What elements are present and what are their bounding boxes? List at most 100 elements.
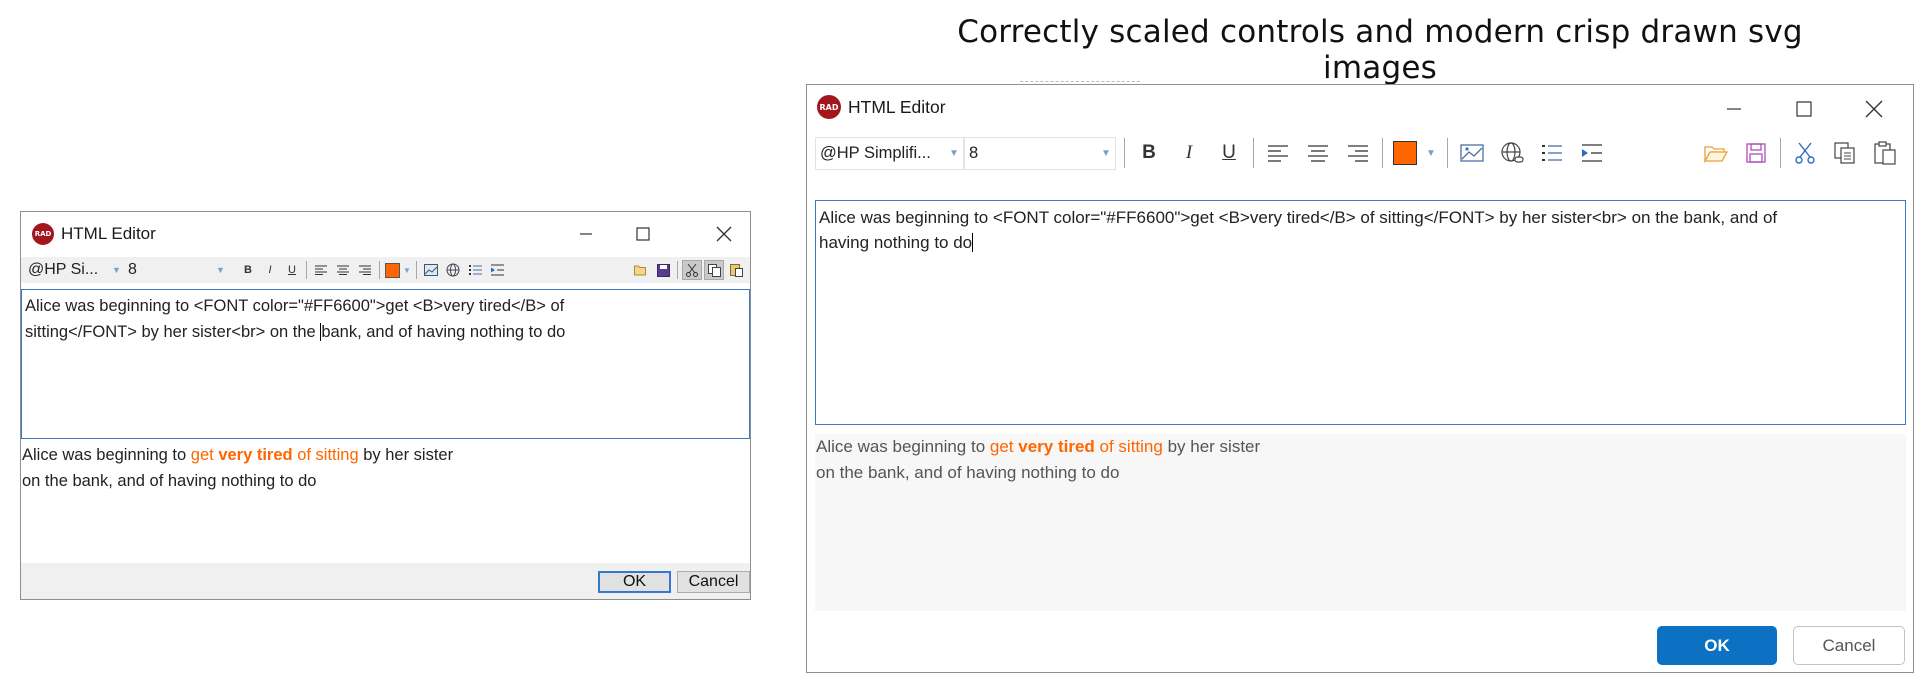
font-family-value: @HP Simplifi...	[820, 143, 931, 162]
chevron-down-icon: ▼	[403, 265, 411, 275]
html-source-editor[interactable]: Alice was beginning to <FONT color="#FF6…	[815, 200, 1906, 425]
open-button[interactable]	[631, 260, 651, 280]
ok-button[interactable]: OK	[1657, 626, 1777, 665]
align-center-button[interactable]	[333, 260, 353, 280]
minimize-button[interactable]	[576, 224, 596, 244]
align-right-button[interactable]	[1342, 137, 1374, 169]
toolbar-separator	[1447, 138, 1448, 168]
close-button[interactable]	[1862, 97, 1886, 121]
numbered-list-button[interactable]	[465, 260, 485, 280]
cut-icon	[1795, 142, 1815, 164]
close-button[interactable]	[714, 224, 734, 244]
align-right-icon	[1348, 145, 1368, 162]
editor-line: sitting</FONT> by her sister<br> on the …	[25, 319, 746, 345]
ok-button[interactable]: OK	[598, 571, 671, 593]
copy-button[interactable]	[1829, 137, 1861, 169]
align-center-button[interactable]	[1302, 137, 1334, 169]
toolbar-separator	[1382, 138, 1383, 168]
open-icon	[633, 265, 646, 276]
orange-text: get	[190, 446, 219, 464]
orange-text: of sitting	[1094, 437, 1163, 456]
insert-link-button[interactable]	[1496, 137, 1528, 169]
toolbar-separator	[416, 261, 417, 279]
maximize-icon	[1796, 101, 1812, 117]
numbered-list-icon	[1542, 145, 1562, 161]
save-button[interactable]	[1740, 137, 1772, 169]
align-right-button[interactable]	[355, 260, 375, 280]
title-bar[interactable]: RAD HTML Editor	[807, 85, 1913, 129]
cut-button[interactable]	[1789, 137, 1821, 169]
toolbar-separator	[677, 261, 678, 279]
numbered-list-button[interactable]	[1536, 137, 1568, 169]
bold-orange-text: very tired	[218, 446, 293, 464]
orange-text: get	[989, 437, 1019, 456]
chevron-down-icon: ▼	[949, 147, 959, 159]
paste-icon	[1874, 141, 1896, 165]
editor-line: having nothing to do	[819, 230, 1902, 255]
align-left-icon	[1268, 145, 1288, 162]
bold-button[interactable]: B	[1133, 137, 1165, 169]
align-left-button[interactable]	[1262, 137, 1294, 169]
bold-icon: B	[1142, 142, 1156, 163]
italic-button[interactable]: I	[1173, 137, 1205, 169]
font-color-dropdown[interactable]: ▼	[402, 260, 412, 280]
font-color-button[interactable]	[1391, 137, 1419, 169]
font-color-button[interactable]	[384, 260, 400, 280]
italic-button[interactable]: I	[260, 260, 280, 280]
paste-button[interactable]	[1869, 137, 1901, 169]
minimize-icon	[1727, 108, 1741, 110]
insert-image-button[interactable]	[1456, 137, 1488, 169]
maximize-button[interactable]	[1792, 97, 1816, 121]
bold-icon: B	[244, 264, 252, 276]
font-size-combo[interactable]: 8 ▼	[964, 136, 1116, 170]
orange-text: of sitting	[292, 446, 359, 464]
font-color-icon	[384, 262, 400, 278]
indent-button[interactable]	[487, 260, 507, 280]
cancel-button[interactable]: Cancel	[1793, 626, 1905, 665]
toolbar-separator	[1253, 138, 1254, 168]
html-preview: Alice was beginning to get very tired of…	[815, 434, 1906, 611]
minimize-button[interactable]	[1722, 97, 1746, 121]
window-title: HTML Editor	[61, 224, 156, 243]
cancel-button[interactable]: Cancel	[677, 571, 750, 593]
insert-image-button[interactable]	[421, 260, 441, 280]
window-title: HTML Editor	[848, 96, 946, 117]
underline-button[interactable]: U	[282, 260, 302, 280]
divider	[1020, 81, 1140, 82]
underline-icon: U	[288, 264, 296, 276]
bold-button[interactable]: B	[238, 260, 258, 280]
toolbar-separator	[1780, 138, 1781, 168]
copy-button[interactable]	[704, 260, 724, 280]
save-button[interactable]	[653, 260, 673, 280]
font-family-combo[interactable]: @HP Si... ▼	[24, 259, 124, 281]
cut-button[interactable]	[682, 260, 702, 280]
formatting-toolbar: @HP Si... ▼ 8 ▼ B I U ▼	[21, 257, 750, 283]
minimize-icon	[580, 233, 592, 235]
close-icon	[1865, 100, 1883, 118]
insert-link-icon	[446, 263, 460, 277]
font-family-combo[interactable]: @HP Simplifi... ▼	[815, 136, 964, 170]
editor-text: bank, and of having nothing to do	[321, 323, 566, 341]
chevron-down-icon: ▼	[216, 265, 225, 275]
align-left-button[interactable]	[311, 260, 331, 280]
indent-icon	[490, 264, 504, 276]
maximize-button[interactable]	[633, 224, 653, 244]
dialog-footer: OK Cancel	[21, 563, 750, 599]
chevron-down-icon: ▼	[1101, 147, 1111, 159]
copy-icon	[1834, 142, 1855, 164]
close-icon	[716, 226, 732, 242]
indent-button[interactable]	[1576, 137, 1608, 169]
editor-text: having nothing to do	[819, 233, 973, 252]
toolbar-separator	[1124, 138, 1125, 168]
font-family-value: @HP Si...	[28, 261, 99, 278]
align-center-icon	[1308, 145, 1328, 162]
formatting-toolbar: @HP Simplifi... ▼ 8 ▼ B I U ▼	[807, 133, 1913, 173]
html-editor-window-old: RAD HTML Editor @HP Si... ▼ 8 ▼ B I U ▼	[20, 211, 751, 600]
font-size-combo[interactable]: 8 ▼	[124, 259, 228, 281]
open-button[interactable]	[1700, 137, 1732, 169]
html-source-editor[interactable]: Alice was beginning to <FONT color="#FF6…	[21, 289, 750, 439]
insert-link-button[interactable]	[443, 260, 463, 280]
paste-button[interactable]	[726, 260, 746, 280]
font-color-dropdown[interactable]: ▼	[1423, 137, 1439, 169]
underline-button[interactable]: U	[1213, 137, 1245, 169]
